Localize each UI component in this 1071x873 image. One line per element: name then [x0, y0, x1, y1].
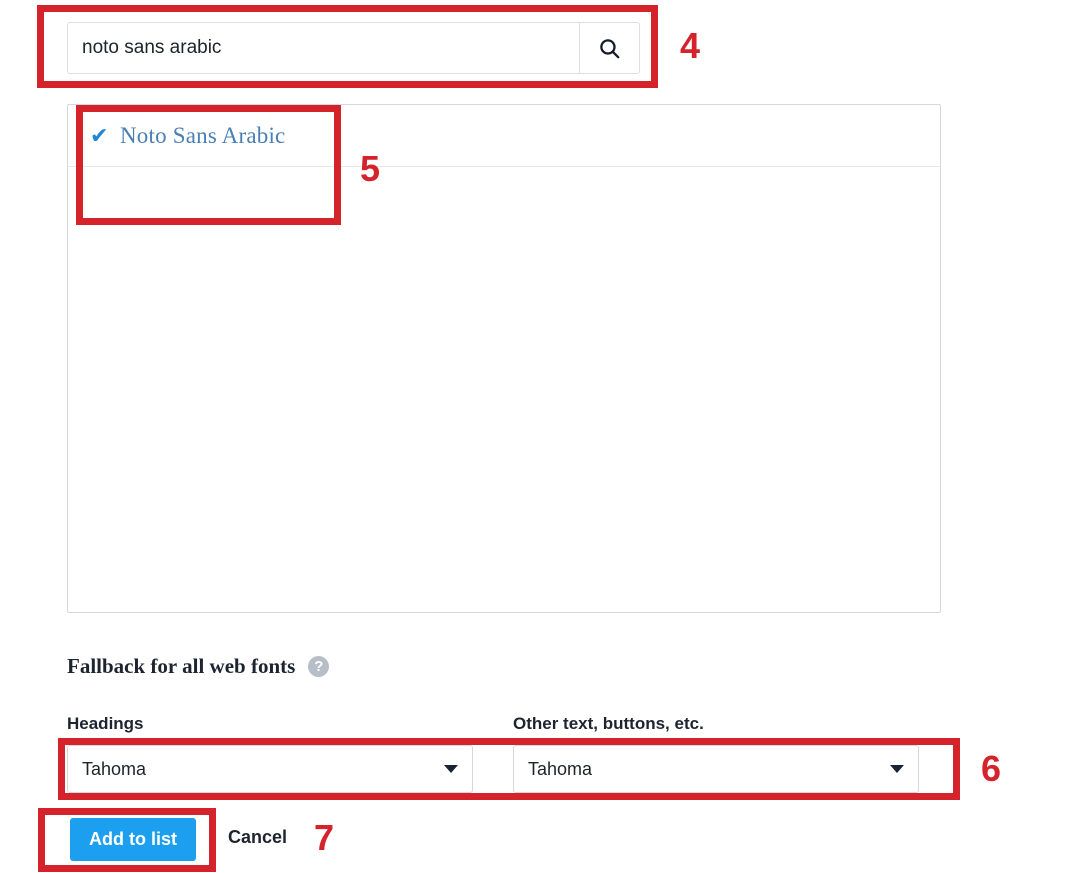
font-picker-screen: ✔ Noto Sans Arabic Fallback for all web … [0, 0, 1071, 873]
add-to-list-button[interactable]: Add to list [70, 818, 196, 861]
chevron-down-icon [444, 765, 458, 773]
search-input[interactable] [67, 22, 579, 74]
font-name-label: Noto Sans Arabic [120, 122, 286, 148]
headings-font-select[interactable]: Tahoma [67, 745, 473, 793]
fallback-title-text: Fallback for all web fonts [67, 654, 296, 678]
list-item[interactable]: ✔ Noto Sans Arabic [68, 105, 940, 167]
other-text-font-select[interactable]: Tahoma [513, 745, 919, 793]
search-icon [597, 36, 622, 61]
headings-field-label: Headings [67, 714, 144, 733]
annotation-number-7: 7 [314, 817, 335, 858]
other-text-field-label: Other text, buttons, etc. [513, 714, 704, 733]
font-search-row [67, 22, 640, 74]
headings-font-value: Tahoma [82, 758, 147, 779]
other-text-font-value: Tahoma [528, 758, 593, 779]
chevron-down-icon [890, 765, 904, 773]
font-results-panel[interactable]: ✔ Noto Sans Arabic [67, 104, 941, 613]
fallback-section-title: Fallback for all web fonts ? [67, 654, 330, 679]
help-icon[interactable]: ? [308, 656, 330, 677]
cancel-button[interactable]: Cancel [228, 827, 287, 848]
search-button[interactable] [579, 22, 640, 74]
annotation-number-4: 4 [680, 25, 701, 66]
annotation-number-6: 6 [981, 748, 1002, 789]
check-icon: ✔ [90, 122, 109, 148]
